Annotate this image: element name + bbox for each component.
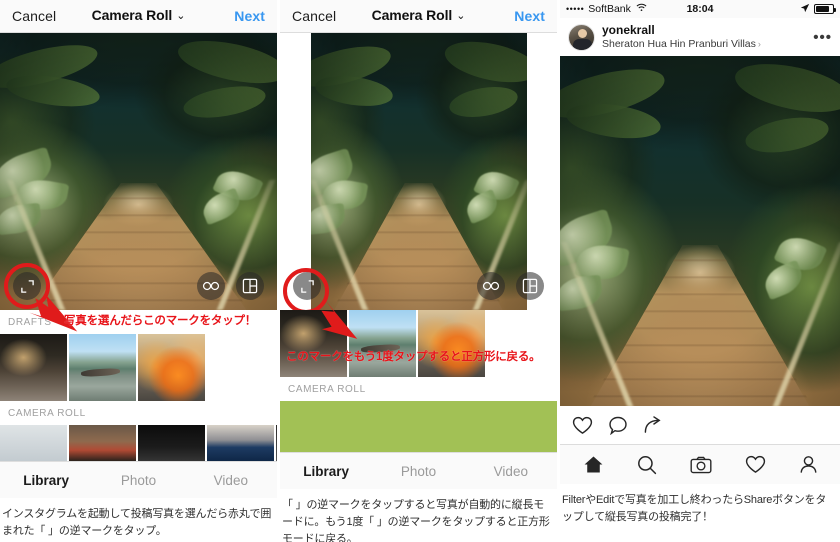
chevron-down-icon[interactable]: ⌄	[456, 10, 465, 22]
layout-grid-icon[interactable]	[236, 272, 264, 300]
tutorial-screenshot-sheet: Cancel Camera Roll ⌄ Next 写真を選んだらこのマークをタ…	[0, 0, 840, 542]
thumbnail[interactable]	[276, 425, 277, 461]
section-label-camera-roll: CAMERA ROLL	[280, 377, 557, 401]
panel-caption: FilterやEditで写真を加工し終わったらShareボタンをタップして縦長写…	[562, 494, 827, 524]
placeholder-block	[280, 401, 557, 452]
thumbnail[interactable]	[207, 425, 274, 461]
navbar: Cancel Camera Roll ⌄ Next	[0, 0, 277, 33]
share-icon[interactable]	[643, 415, 663, 435]
profile-icon[interactable]	[799, 455, 818, 474]
tab-photo[interactable]: Photo	[92, 473, 184, 488]
ios-status-bar: ••••• SoftBank 18:04	[560, 0, 840, 18]
status-right-group	[800, 3, 836, 16]
layout-grid-icon[interactable]	[516, 272, 544, 300]
garden-photo	[0, 33, 277, 310]
bottom-tabs[interactable]: Library Photo Video	[0, 461, 277, 498]
panel-feed-post: ••••• SoftBank 18:04 yonekrall Sheraton …	[560, 0, 840, 542]
more-options-icon[interactable]: •••	[813, 30, 832, 45]
heart-icon[interactable]	[572, 416, 593, 435]
post-header: yonekrall Sheraton Hua Hin Pranburi Vill…	[560, 18, 840, 56]
tab-video[interactable]: Video	[465, 464, 557, 479]
post-actions	[560, 406, 840, 444]
tab-photo[interactable]: Photo	[372, 464, 464, 479]
boomerang-infinity-icon[interactable]	[477, 272, 505, 300]
panel-caption: インスタグラムを起動して投稿写真を選んだら赤丸で囲まれた「 」の逆マークをタップ…	[2, 508, 272, 538]
panel-picker-square: Cancel Camera Roll ⌄ Next 写真を選んだらこのマークをタ…	[0, 0, 277, 542]
search-icon[interactable]	[637, 455, 657, 475]
thumbnail[interactable]	[349, 310, 416, 377]
thumbnail[interactable]	[0, 334, 67, 401]
thumb-row-camera-roll[interactable]	[280, 310, 557, 377]
annotation-text: このマークをもう1度タップすると正方形に戻る。	[286, 351, 541, 363]
post-location-label: Sheraton Hua Hin Pranburi Villas	[602, 37, 756, 50]
tab-library[interactable]: Library	[0, 473, 92, 488]
avatar[interactable]	[568, 23, 595, 51]
thumbnail[interactable]	[418, 310, 485, 377]
cancel-button[interactable]: Cancel	[12, 8, 56, 24]
photo-preview[interactable]	[280, 33, 557, 310]
panel-picker-portrait: Cancel Camera Roll ⌄ Next このマークをもう1度タップす…	[280, 0, 557, 542]
thumbnail[interactable]	[69, 334, 136, 401]
next-button[interactable]: Next	[234, 8, 265, 24]
post-location[interactable]: Sheraton Hua Hin Pranburi Villas ›	[602, 38, 761, 51]
navbar: Cancel Camera Roll ⌄ Next	[280, 0, 557, 33]
app-tabbar[interactable]	[560, 444, 840, 484]
tab-library[interactable]: Library	[280, 464, 372, 479]
camera-icon[interactable]	[690, 456, 712, 474]
album-title[interactable]: Camera Roll	[372, 7, 453, 23]
tab-video[interactable]: Video	[185, 473, 277, 488]
garden-photo	[310, 33, 527, 310]
album-title[interactable]: Camera Roll	[92, 7, 173, 23]
post-meta: yonekrall Sheraton Hua Hin Pranburi Vill…	[602, 23, 761, 51]
chevron-down-icon[interactable]: ⌄	[176, 10, 185, 22]
bottom-tabs[interactable]: Library Photo Video	[280, 452, 557, 489]
post-photo[interactable]	[560, 56, 840, 406]
home-icon[interactable]	[583, 455, 604, 474]
comment-icon[interactable]	[608, 416, 628, 435]
cancel-button[interactable]: Cancel	[292, 8, 336, 24]
battery-icon	[814, 4, 836, 14]
status-clock: 18:04	[686, 3, 714, 15]
chevron-right-icon: ›	[757, 38, 761, 49]
thumb-row-camera-roll[interactable]	[0, 425, 277, 461]
panel-caption: 「 」の逆マークをタップすると写真が自動的に縦長モードに。もう1度「 」の逆マー…	[282, 499, 550, 542]
expand-icon[interactable]	[13, 272, 41, 300]
next-button[interactable]: Next	[514, 8, 545, 24]
expand-icon[interactable]	[293, 272, 321, 300]
activity-heart-icon[interactable]	[745, 455, 766, 474]
annotation-text: 写真を選んだらこのマークをタップ！	[64, 315, 257, 327]
photo-preview[interactable]	[0, 33, 277, 310]
section-label-camera-roll: CAMERA ROLL	[0, 401, 277, 425]
boomerang-infinity-icon[interactable]	[197, 272, 225, 300]
thumb-row-drafts[interactable]	[0, 334, 277, 401]
thumbnail[interactable]	[138, 334, 205, 401]
thumbnail[interactable]	[0, 425, 67, 461]
thumbnail[interactable]	[69, 425, 136, 461]
username[interactable]: yonekrall	[602, 23, 761, 38]
thumbnail[interactable]	[138, 425, 205, 461]
garden-photo	[560, 56, 840, 406]
thumbnail[interactable]	[280, 310, 347, 377]
location-arrow-icon	[800, 3, 810, 16]
